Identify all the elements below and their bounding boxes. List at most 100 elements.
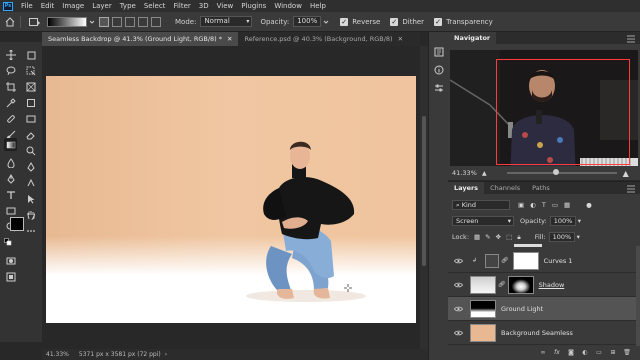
- menu-window[interactable]: Window: [270, 2, 306, 10]
- gradient-tool-preset-icon[interactable]: [29, 16, 41, 28]
- layer-row-selected[interactable]: Ground Light: [448, 297, 636, 321]
- smart-object-filter-icon[interactable]: ▦: [564, 201, 570, 209]
- frame-tool-icon[interactable]: [24, 80, 37, 93]
- shape-filter-icon[interactable]: ▭: [552, 201, 558, 209]
- close-icon[interactable]: ✕: [398, 35, 403, 43]
- layer-name[interactable]: Ground Light: [501, 305, 543, 313]
- menu-plugins[interactable]: Plugins: [237, 2, 270, 10]
- path-selection-tool-icon[interactable]: [24, 192, 37, 205]
- menu-3d[interactable]: 3D: [195, 2, 213, 10]
- navigator-zoom-slider[interactable]: [506, 169, 617, 175]
- eyedropper-tool-icon[interactable]: [4, 96, 17, 109]
- frame-outline-icon[interactable]: [24, 96, 37, 109]
- mask-link-icon[interactable]: 🔗︎: [498, 281, 506, 288]
- object-selection-tool-icon[interactable]: [24, 64, 37, 77]
- layer-row[interactable]: Background Seamless: [448, 321, 636, 345]
- menu-filter[interactable]: Filter: [169, 2, 194, 10]
- reverse-checkbox[interactable]: ✓ Reverse: [340, 17, 380, 26]
- type-filter-icon[interactable]: T: [542, 201, 546, 209]
- close-icon[interactable]: ✕: [227, 35, 232, 43]
- tab-reference[interactable]: Reference.psd @ 40.3% (Background, RGB/8…: [238, 32, 409, 46]
- scrollbar-thumb[interactable]: [422, 116, 426, 266]
- panel-menu-icon[interactable]: [626, 185, 636, 193]
- slider-knob[interactable]: [553, 169, 560, 175]
- eraser-tool-icon[interactable]: [24, 128, 37, 141]
- info-icon[interactable]: [433, 64, 445, 76]
- hand-tool-icon[interactable]: [24, 208, 37, 221]
- opacity-field[interactable]: 100%: [293, 16, 322, 27]
- canvas[interactable]: [46, 76, 416, 323]
- dither-checkbox[interactable]: ✓ Dither: [390, 17, 424, 26]
- layer-fill-field[interactable]: 100%: [548, 232, 575, 242]
- type-tool-icon[interactable]: [4, 188, 17, 201]
- layer-name[interactable]: Shadow: [539, 281, 565, 289]
- layer-row[interactable]: ↲ 🔗︎ Curves 1: [448, 249, 636, 273]
- crop-tool-icon[interactable]: [4, 80, 17, 93]
- patch-tool-icon[interactable]: [24, 112, 37, 125]
- gradient-picker[interactable]: [47, 16, 87, 27]
- eye-icon[interactable]: [452, 306, 464, 312]
- transparency-checkbox[interactable]: ✓ Transparency: [434, 17, 493, 26]
- more-tools-icon[interactable]: [24, 224, 37, 237]
- lasso-tool-icon[interactable]: [4, 64, 17, 77]
- vertical-scrollbar[interactable]: [420, 46, 428, 349]
- tab-navigator[interactable]: Navigator: [448, 32, 497, 44]
- custom-tool-icon[interactable]: [24, 176, 37, 189]
- chevron-down-icon[interactable]: ▾: [578, 217, 581, 225]
- dodge-tool-icon[interactable]: [24, 144, 37, 157]
- diamond-gradient-button[interactable]: [151, 16, 161, 27]
- link-layers-icon[interactable]: ∞: [538, 348, 548, 358]
- layer-mask-thumbnail[interactable]: [512, 251, 539, 270]
- menu-image[interactable]: Image: [58, 2, 88, 10]
- menu-layer[interactable]: Layer: [88, 2, 116, 10]
- chevron-down-icon[interactable]: ▾: [577, 233, 580, 241]
- eye-icon[interactable]: [452, 258, 464, 264]
- mask-link-icon[interactable]: 🔗︎: [501, 257, 509, 264]
- new-group-icon[interactable]: ▭: [594, 348, 604, 358]
- status-menu-arrow[interactable]: ›: [165, 351, 167, 358]
- blend-mode-select[interactable]: Screen ▾: [452, 216, 514, 226]
- eye-icon[interactable]: [452, 330, 464, 336]
- tab-seamless-backdrop[interactable]: Seamless Backdrop @ 41.3% (Ground Light,…: [42, 32, 239, 46]
- tab-layers[interactable]: Layers: [448, 182, 485, 194]
- kind-filter-select[interactable]: ⌕ Kind: [452, 200, 510, 210]
- angle-gradient-button[interactable]: [125, 16, 135, 27]
- fx-icon[interactable]: fx: [552, 348, 562, 358]
- tab-paths[interactable]: Paths: [526, 182, 556, 194]
- filter-toggle-icon[interactable]: ●: [586, 201, 592, 209]
- new-layer-icon[interactable]: ⊞: [608, 348, 618, 358]
- radial-gradient-button[interactable]: [112, 16, 122, 27]
- history-icon[interactable]: [433, 46, 445, 58]
- pen-tool-icon[interactable]: [24, 160, 37, 173]
- rectangle-tool-icon[interactable]: [4, 204, 17, 217]
- adjustment-filter-icon[interactable]: ◐: [530, 201, 536, 209]
- mode-select[interactable]: Normal ▾: [200, 16, 253, 27]
- spot-healing-brush-icon[interactable]: [4, 112, 17, 125]
- lock-position-icon[interactable]: ✥: [496, 233, 501, 241]
- navigator-zoom-value[interactable]: 41.33%: [452, 169, 482, 177]
- photoshop-logo[interactable]: Ps: [3, 1, 13, 11]
- layer-opacity-field[interactable]: 100%: [549, 216, 576, 226]
- artboard-tool-icon[interactable]: [24, 48, 37, 61]
- reflected-gradient-button[interactable]: [138, 16, 148, 27]
- pen-tool-icon[interactable]: [4, 172, 17, 185]
- menu-view[interactable]: View: [213, 2, 238, 10]
- trash-icon[interactable]: 🗑︎: [622, 348, 632, 358]
- linear-gradient-button[interactable]: [99, 16, 109, 27]
- lock-transparent-icon[interactable]: ▦: [474, 233, 480, 241]
- quick-mask-icon[interactable]: [4, 254, 17, 267]
- adjustments-icon[interactable]: [433, 82, 445, 94]
- pixel-filter-icon[interactable]: ▣: [518, 201, 524, 209]
- layer-name[interactable]: Curves 1: [544, 257, 573, 265]
- lock-artboard-icon[interactable]: ⬚: [506, 233, 512, 241]
- home-icon[interactable]: [4, 16, 16, 28]
- menu-type[interactable]: Type: [116, 2, 140, 10]
- screen-mode-icon[interactable]: [4, 270, 17, 283]
- menu-help[interactable]: Help: [306, 2, 330, 10]
- panel-menu-icon[interactable]: [626, 35, 636, 43]
- navigator-view-box[interactable]: [496, 59, 630, 165]
- eye-icon[interactable]: [452, 282, 464, 288]
- move-tool-icon[interactable]: [4, 48, 17, 61]
- menu-file[interactable]: File: [17, 2, 37, 10]
- zoom-in-icon[interactable]: ▲: [623, 169, 629, 178]
